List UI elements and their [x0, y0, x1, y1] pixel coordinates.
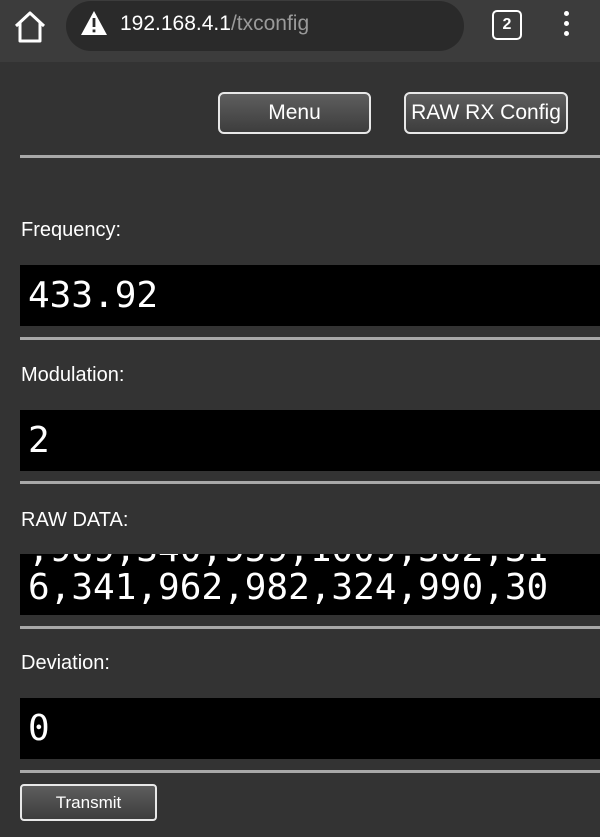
raw-data-value: 6,341,962,982,324,990,30	[28, 567, 549, 608]
frequency-input[interactable]: 433.92	[20, 265, 600, 326]
modulation-input[interactable]: 2	[20, 410, 600, 471]
menu-button[interactable]: Menu	[218, 92, 371, 134]
deviation-input[interactable]: 0	[20, 698, 600, 759]
modulation-value: 2	[28, 420, 50, 461]
tab-switcher-button[interactable]: 2	[492, 10, 522, 40]
raw-rx-config-button[interactable]: RAW RX Config	[404, 92, 568, 134]
divider	[20, 155, 600, 158]
url-path: /txconfig	[230, 12, 310, 35]
deviation-value: 0	[28, 708, 50, 749]
divider	[20, 626, 600, 629]
raw-data-textarea[interactable]: ,989,340,959,1009,302,31 6,341,962,982,3…	[20, 554, 600, 615]
address-bar[interactable]: 192.168.4.1/txconfig	[66, 1, 464, 51]
warning-icon	[81, 11, 107, 35]
transmit-button[interactable]: Transmit	[20, 784, 157, 821]
url-text: 192.168.4.1/txconfig	[120, 12, 309, 36]
divider	[20, 770, 600, 773]
modulation-label: Modulation:	[21, 364, 125, 386]
url-host: 192.168.4.1	[120, 12, 231, 35]
deviation-label: Deviation:	[21, 652, 110, 674]
home-icon[interactable]	[12, 9, 48, 45]
browser-toolbar: 192.168.4.1/txconfig 2	[0, 0, 600, 62]
divider	[20, 337, 600, 340]
frequency-value: 433.92	[28, 275, 159, 316]
more-options-icon[interactable]	[556, 8, 576, 38]
divider	[20, 481, 600, 484]
frequency-label: Frequency:	[21, 219, 122, 241]
raw-data-label: RAW DATA:	[21, 509, 129, 531]
